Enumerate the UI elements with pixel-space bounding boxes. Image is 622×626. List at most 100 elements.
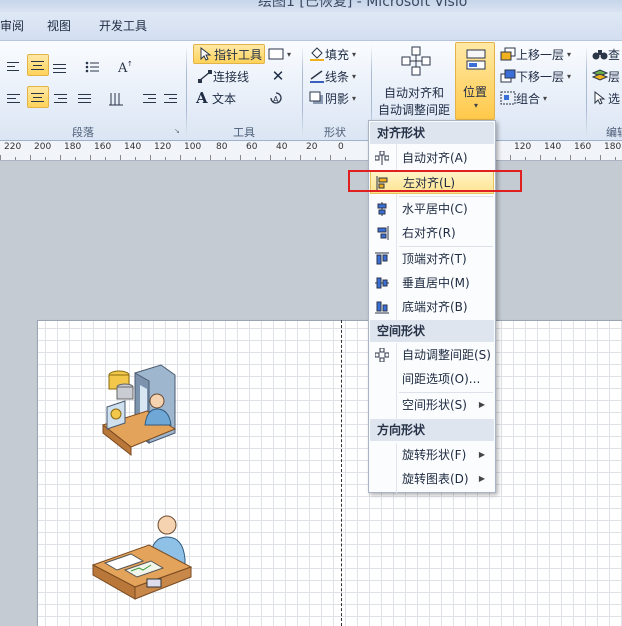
rotate-text-button[interactable]: A xyxy=(268,88,288,108)
pointer-tool-label: 指针工具 xyxy=(214,47,263,62)
justify-center-icon xyxy=(30,90,46,104)
annotation-highlight-box xyxy=(348,170,522,192)
align-right-label: 右对齐(R) xyxy=(402,226,456,240)
justify-full-button[interactable] xyxy=(77,89,95,109)
group-label-edit: 编辑 xyxy=(606,126,622,139)
menu-item-align-top[interactable]: 顶端对齐(T) xyxy=(370,247,494,271)
group-button[interactable]: 组合 ▾ xyxy=(500,88,560,108)
menu-item-align-bottom[interactable]: 底端对齐(B) xyxy=(370,295,494,319)
ruler-label: 20 xyxy=(306,142,318,152)
svg-text:↑: ↑ xyxy=(127,60,133,68)
line-icon xyxy=(309,69,325,83)
align-center-text-icon xyxy=(30,58,46,72)
menu-item-auto-align[interactable]: 自动对齐(A) xyxy=(370,146,494,170)
align-center-text-button[interactable] xyxy=(27,54,49,76)
align-left-text-button[interactable] xyxy=(6,57,24,77)
auto-align-space-button[interactable]: 自动对齐和 自动调整间距 xyxy=(375,44,455,120)
shadow-label: 阴影 xyxy=(325,91,350,106)
text-direction-button[interactable] xyxy=(108,89,126,109)
text-tool-label: 文本 xyxy=(212,91,237,106)
rotate-shapes-label: 旋转形状(F) xyxy=(402,448,467,462)
ruler-label: 200 xyxy=(34,142,52,152)
text-format-button[interactable]: A ↑ xyxy=(117,57,137,77)
submenu-arrow-icon: ▶ xyxy=(478,450,485,459)
menu-item-space-shapes[interactable]: 空间形状(S) ▶ xyxy=(370,393,494,417)
increase-indent-button[interactable] xyxy=(163,89,181,109)
align-center-icon xyxy=(377,202,387,216)
layers-button[interactable]: 层 xyxy=(591,66,622,86)
position-button[interactable]: 位置 ▾ xyxy=(455,42,495,120)
select-icon xyxy=(592,90,608,105)
align-right-text-button[interactable] xyxy=(52,57,70,77)
justify-center-button[interactable] xyxy=(27,86,49,108)
connector-tool-button[interactable]: 连接线 xyxy=(197,66,267,86)
select-button[interactable]: 选 xyxy=(592,88,622,108)
justify-right-icon xyxy=(53,92,69,106)
menu-item-align-middle[interactable]: 垂直居中(M) xyxy=(370,271,494,295)
title-bar: 绘图1 [已恢复] - Microsoft Visio xyxy=(0,0,622,12)
binoculars-icon xyxy=(592,47,608,61)
text-icon: A xyxy=(196,89,208,107)
ribbon: A ↑ 段落 ↘ 指针工具 ▾ 连接线 ✕ A 文本 A 工具 填充 ▾ 线条 … xyxy=(0,40,622,141)
menu-item-rotate-diagram[interactable]: 旋转图表(D) ▶ xyxy=(370,467,494,491)
decrease-indent-button[interactable] xyxy=(142,89,160,109)
auto-space-label: 自动调整间距(S) xyxy=(402,348,491,362)
fill-button[interactable]: 填充 ▾ xyxy=(309,44,367,64)
menu-section-orient: 方向形状 xyxy=(370,419,494,441)
svg-text:A: A xyxy=(273,95,279,104)
rotate-text-icon: A xyxy=(268,91,284,105)
ruler-label: 140 xyxy=(124,142,142,152)
text-direction-icon xyxy=(108,92,124,106)
rectangle-tool-button[interactable]: ▾ xyxy=(268,44,298,64)
ruler-label: 160 xyxy=(574,142,592,152)
group-label-tools: 工具 xyxy=(233,126,255,139)
auto-align-icon xyxy=(375,151,389,165)
server-user-shape[interactable] xyxy=(95,363,183,463)
paragraph-launcher-icon[interactable]: ↘ xyxy=(174,127,180,135)
send-backward-icon xyxy=(500,69,516,83)
bullets-icon xyxy=(84,60,100,74)
bullets-button[interactable] xyxy=(84,57,104,77)
tab-review[interactable]: 审阅 xyxy=(0,17,24,34)
send-backward-button[interactable]: 下移一层 ▾ xyxy=(500,66,580,86)
menu-item-rotate-shapes[interactable]: 旋转形状(F) ▶ xyxy=(370,443,494,467)
send-backward-label: 下移一层 xyxy=(516,69,565,84)
ruler-label: 60 xyxy=(246,142,258,152)
ruler-label: 100 xyxy=(184,142,202,152)
menu-item-align-right[interactable]: 右对齐(R) xyxy=(370,221,494,245)
ruler-label: 180 xyxy=(64,142,82,152)
tab-view[interactable]: 视图 xyxy=(47,17,71,34)
text-tool-button[interactable]: A 文本 xyxy=(196,88,256,108)
ruler-label: 80 xyxy=(216,142,228,152)
desk-user-shape[interactable] xyxy=(91,513,196,605)
delete-button[interactable]: ✕ xyxy=(270,66,290,86)
position-label: 位置 xyxy=(463,85,488,99)
align-middle-label: 垂直居中(M) xyxy=(402,276,470,290)
drawing-page[interactable] xyxy=(37,320,622,626)
pointer-tool-button[interactable]: 指针工具 xyxy=(193,44,265,64)
justify-right-button[interactable] xyxy=(53,89,71,109)
tab-developer[interactable]: 开发工具 xyxy=(99,17,147,34)
decrease-indent-icon xyxy=(142,92,158,106)
justify-left-button[interactable] xyxy=(6,89,24,109)
ruler-label: 0 xyxy=(338,142,344,152)
menu-item-spacing-options[interactable]: 间距选项(O)... xyxy=(370,367,494,391)
auto-align-icon xyxy=(401,46,431,79)
increase-indent-icon xyxy=(163,92,179,106)
horizontal-ruler[interactable]: 220 200 180 160 140 120 100 80 60 40 20 … xyxy=(0,141,622,161)
align-right-text-icon xyxy=(52,60,68,74)
layers-label: 层 xyxy=(608,69,621,84)
justify-left-icon xyxy=(6,92,22,106)
shadow-button[interactable]: 阴影 ▾ xyxy=(309,88,367,108)
align-top-icon xyxy=(375,252,389,265)
align-left-text-icon xyxy=(6,60,22,74)
bring-forward-button[interactable]: 上移一层 ▾ xyxy=(500,44,580,64)
menu-item-align-center[interactable]: 水平居中(C) xyxy=(370,197,494,221)
position-icon xyxy=(466,49,486,74)
align-top-label: 顶端对齐(T) xyxy=(402,252,467,266)
menu-item-auto-space[interactable]: 自动调整间距(S) xyxy=(370,343,494,367)
align-middle-icon xyxy=(375,277,389,289)
find-button[interactable]: 查 xyxy=(592,44,622,64)
line-button[interactable]: 线条 ▾ xyxy=(309,66,367,86)
justify-full-icon xyxy=(77,92,93,106)
